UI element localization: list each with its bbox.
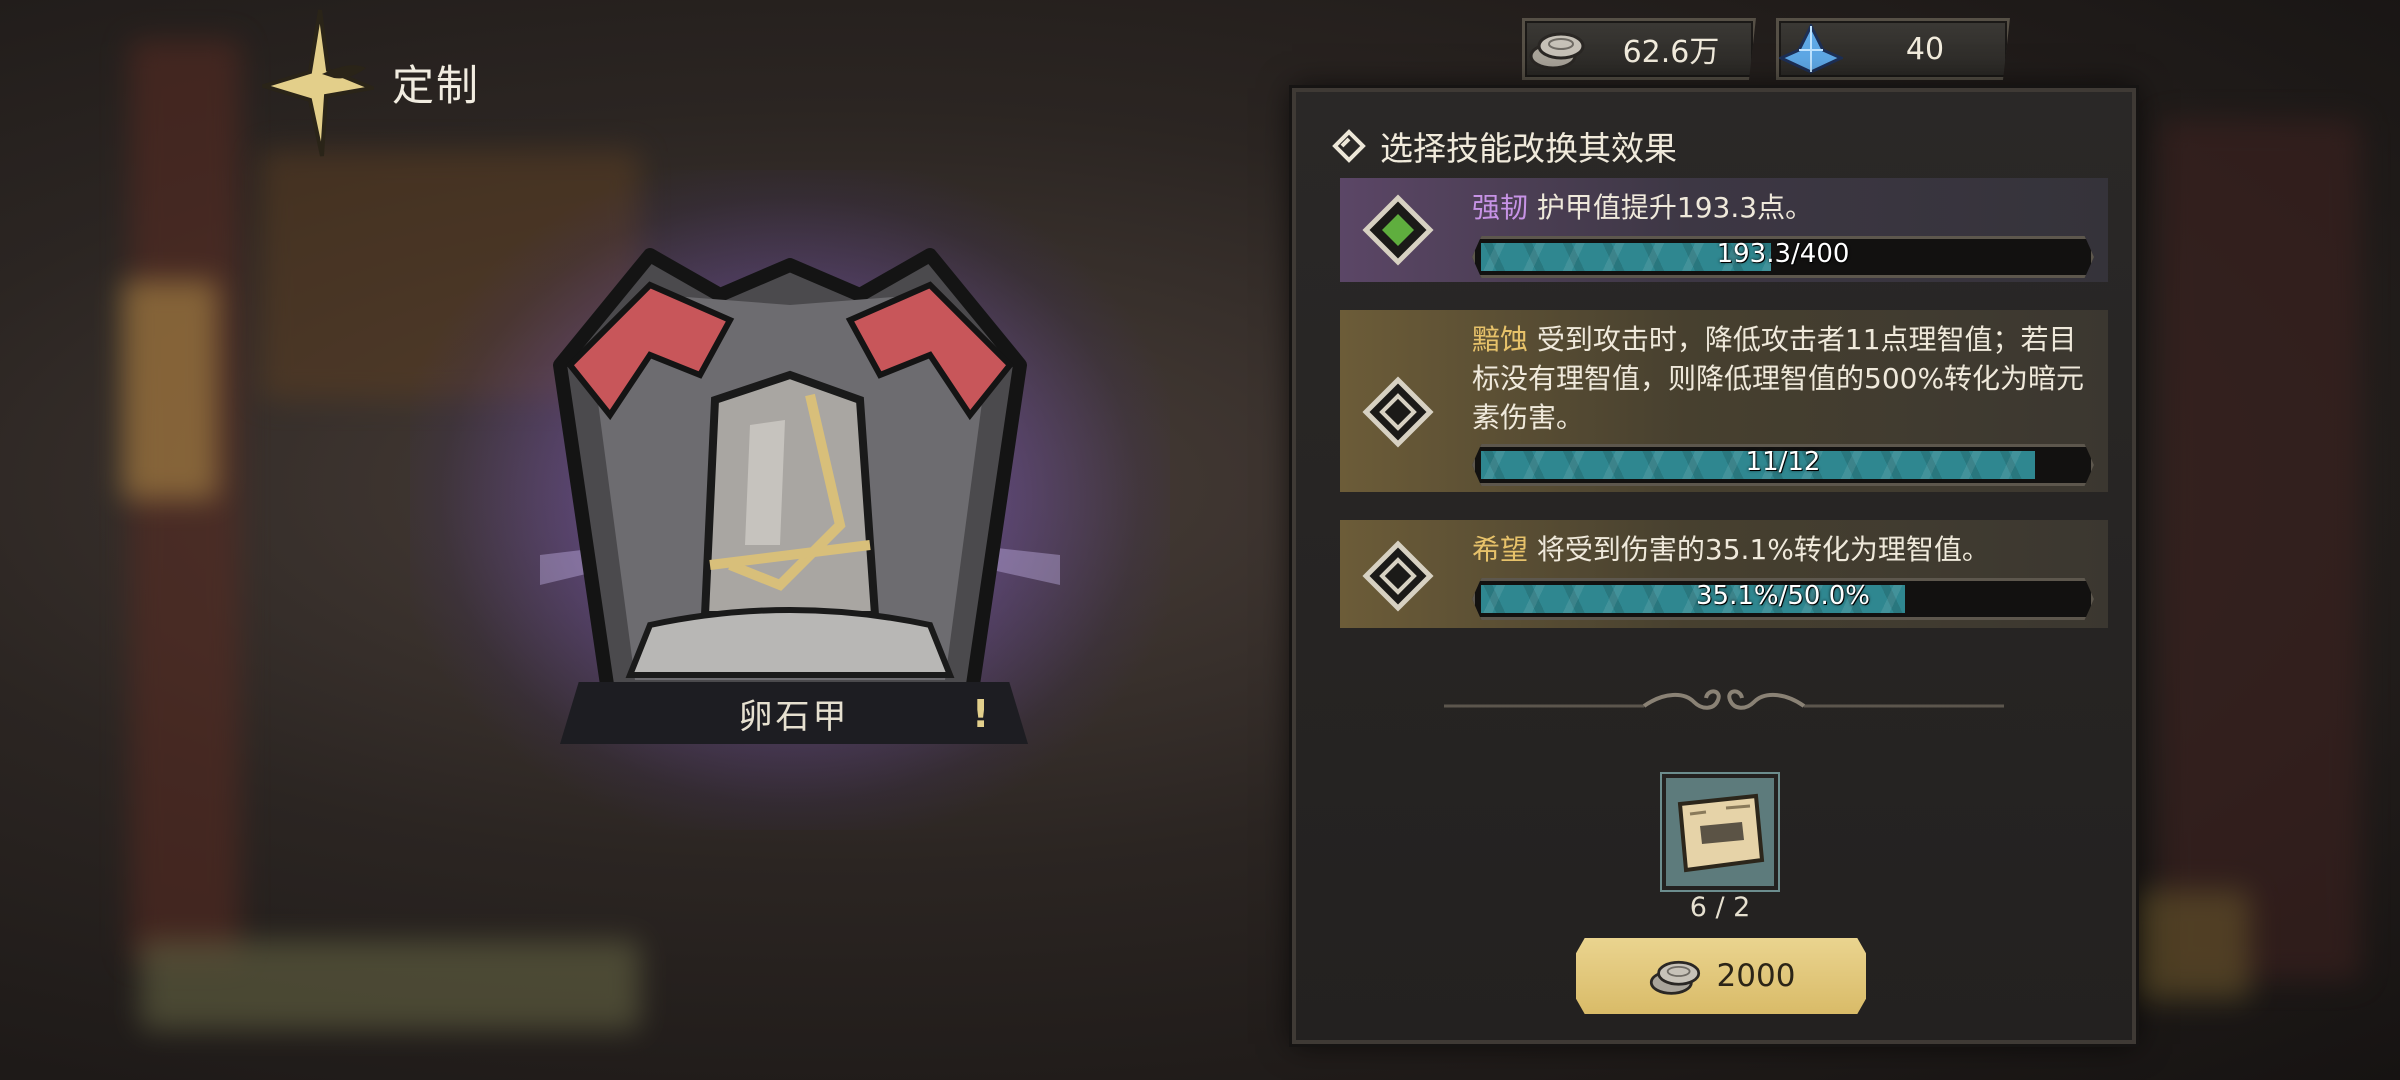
background-counter <box>140 940 640 1030</box>
skill-name: 强韧 <box>1472 191 1529 224</box>
panel-header: 选择技能改换其效果 <box>1332 122 1677 170</box>
skill-option-1[interactable]: 强韧 护甲值提升193.3点。 193.3/400 <box>1340 178 2108 282</box>
skill-progress-text: 193.3/400 <box>1716 239 1850 269</box>
skill-description: 黯蚀 受到攻击时，降低攻击者11点理智值；若目标没有理智值，则降低理智值的500… <box>1472 320 2090 437</box>
customize-cost: 2000 <box>1716 958 1796 994</box>
back-button[interactable] <box>257 8 380 158</box>
silver-coins-icon <box>1525 21 1589 77</box>
currency-crystal-value: 40 <box>1905 31 1945 67</box>
skill-effect-text: 受到攻击时，降低攻击者11点理智值；若目标没有理智值，则降低理智值的500%转化… <box>1472 323 2085 434</box>
skill-progress-bar: 11/12 <box>1472 444 2094 486</box>
skill-effect-text: 护甲值提升193.3点。 <box>1536 191 1814 224</box>
skill-progress-bar: 193.3/400 <box>1472 236 2094 278</box>
skill-progress-text: 11/12 <box>1745 447 1821 477</box>
skill-option-3[interactable]: 希望 将受到伤害的35.1%转化为理智值。 35.1%/50.0% <box>1340 520 2108 628</box>
skill-selected-diamond-icon <box>1362 194 1434 266</box>
skill-progress-text: 35.1%/50.0% <box>1696 581 1870 611</box>
panel-title: 选择技能改换其效果 <box>1380 129 1677 168</box>
skill-diamond-icon <box>1362 540 1434 612</box>
currency-crystal: 40 <box>1776 18 2010 80</box>
skill-diamond-icon <box>1362 376 1434 448</box>
skill-option-2[interactable]: 黯蚀 受到攻击时，降低攻击者11点理智值；若目标没有理智值，则降低理智值的500… <box>1340 310 2108 492</box>
diamond-arrow-icon <box>1332 129 1366 163</box>
skill-progress-bar: 35.1%/50.0% <box>1472 578 2094 620</box>
currency-coins: 62.6万 <box>1522 18 1756 80</box>
item-name-plate: 卵石甲 <box>560 682 1028 744</box>
silver-coins-icon <box>1649 960 1700 995</box>
material-count: 6 / 2 <box>1689 892 1751 923</box>
ornamental-divider <box>1444 689 2004 710</box>
skill-name: 黯蚀 <box>1472 323 1529 356</box>
dagger-back-icon <box>257 9 380 157</box>
currency-coins-value: 62.6万 <box>1622 35 1720 70</box>
skill-effect-text: 将受到伤害的35.1%转化为理智值。 <box>1536 533 1990 566</box>
background-banner <box>122 280 218 500</box>
background-right-wall <box>2160 120 2360 980</box>
background-pillar <box>130 40 240 960</box>
blue-crystal-icon <box>1779 21 1843 77</box>
background-right-ornament <box>2130 890 2250 1000</box>
skill-description: 强韧 护甲值提升193.3点。 <box>1472 188 2090 227</box>
scroll-map-icon <box>1677 793 1765 873</box>
item-name: 卵石甲 <box>738 696 850 737</box>
page-title: 定制 <box>392 61 481 110</box>
skill-panel: 选择技能改换其效果 强韧 护甲值提升193.3点。 193.3/400 黯蚀 受… <box>1292 88 2136 1044</box>
material-slot[interactable] <box>1662 774 1778 890</box>
item-alert-icon: ! <box>972 692 990 736</box>
customize-button[interactable]: 2000 <box>1576 938 1866 1014</box>
skill-name: 希望 <box>1472 533 1529 566</box>
skill-description: 希望 将受到伤害的35.1%转化为理智值。 <box>1472 530 2090 569</box>
